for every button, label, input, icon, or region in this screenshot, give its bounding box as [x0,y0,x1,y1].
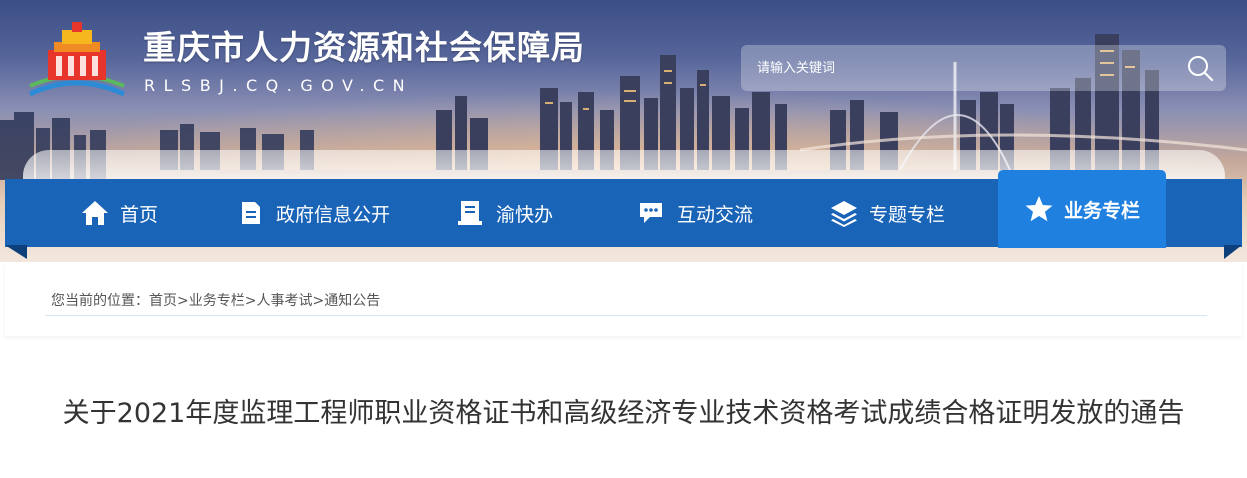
star-icon [1024,194,1054,224]
article-title: 关于2021年度监理工程师职业资格证书和高级经济专业技术资格考试成绩合格证明发放… [62,398,1185,429]
breadcrumb-separator: > [312,293,325,309]
breadcrumb-link-exam[interactable]: 人事考试 [256,293,312,309]
nav-item-label: 渝快办 [496,203,554,226]
nav-item-label: 互动交流 [677,203,754,226]
breadcrumb: 您当前的位置：首页>业务专栏>人事考试>通知公告 [51,290,380,310]
site-title: 重庆市人力资源和社会保障局 [143,28,585,67]
document-icon [236,198,266,228]
breadcrumb-separator: > [244,293,257,309]
nav-item-gov-info[interactable]: 政府信息公开 [236,179,390,247]
chat-icon [637,198,667,228]
breadcrumb-link-home[interactable]: 首页 [149,293,177,309]
breadcrumb-divider [45,315,1207,316]
search-icon[interactable] [1184,52,1216,84]
nav-item-interaction[interactable]: 互动交流 [637,179,753,247]
nav-ribbon-right [1224,245,1242,259]
home-icon [80,198,110,228]
nav-item-home[interactable]: 首页 [80,179,158,247]
nav-item-label: 政府信息公开 [276,203,391,226]
gov-building-logo-icon [28,22,126,97]
nav-item-label: 专题专栏 [869,203,946,226]
nav-item-topics[interactable]: 专题专栏 [829,179,945,247]
breadcrumb-separator: > [177,293,189,309]
search-input[interactable] [741,45,1161,91]
site-domain: RLSBJ.CQ.GOV.CN [144,76,414,95]
breadcrumb-prefix: 您当前的位置： [51,293,149,309]
nav-item-label: 首页 [120,203,159,226]
layers-icon [829,198,859,228]
nav-ribbon-left [5,245,27,259]
nav-item-label: 业务专栏 [1063,199,1140,222]
nav-item-business[interactable]: 业务专栏 [998,170,1166,248]
search-bar [741,45,1226,91]
breadcrumb-link-notice[interactable]: 通知公告 [324,293,380,309]
service-icon [456,198,486,228]
breadcrumb-link-business[interactable]: 业务专栏 [189,293,245,309]
nav-item-yukuaiban[interactable]: 渝快办 [456,179,553,247]
